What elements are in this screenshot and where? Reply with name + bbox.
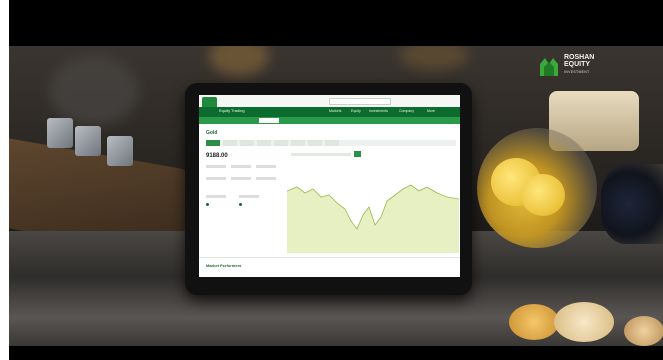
period-tab[interactable] (240, 140, 254, 146)
bokeh-light (49, 56, 139, 126)
decor-cube (47, 118, 73, 148)
period-tab[interactable] (325, 140, 339, 146)
page-title: Gold (206, 130, 218, 136)
bokeh-light (399, 46, 469, 70)
berry-jar (601, 164, 663, 244)
tablet-screen: Equity Trading Markets Equity Investment… (199, 95, 460, 277)
stat-block (206, 177, 226, 180)
candy (624, 316, 663, 346)
candy (554, 302, 614, 342)
roshan-logo: ROSHAN EQUITY INVESTMENT (538, 52, 618, 80)
logo-text: ROSHAN EQUITY (564, 54, 594, 68)
nav-item-equity[interactable]: Equity (351, 109, 361, 113)
period-tab[interactable] (274, 140, 288, 146)
sub-tab-active[interactable] (259, 118, 279, 123)
stat-block (256, 177, 276, 180)
stat-block (231, 165, 251, 168)
app-brand: Equity Trading (219, 108, 245, 113)
stat-dot (239, 203, 242, 206)
current-price: 9188.00 (206, 153, 228, 159)
period-tab[interactable] (257, 140, 271, 146)
period-tab[interactable] (308, 140, 322, 146)
stat-block (256, 165, 276, 168)
bokeh-light (209, 46, 269, 76)
period-tab[interactable] (223, 140, 237, 146)
sub-navbar (199, 117, 460, 124)
logo-line-3: INVESTMENT (564, 70, 590, 74)
video-frame: ROSHAN EQUITY INVESTMENT Equity Trading … (0, 0, 663, 360)
period-tab[interactable] (206, 140, 220, 146)
lemon-slice (521, 174, 565, 216)
logo-mark-icon (540, 58, 558, 76)
logo-line-1: ROSHAN (564, 54, 595, 61)
nav-item-markets[interactable]: Markets (329, 109, 341, 113)
nav-item-company[interactable]: Company (399, 109, 414, 113)
chart-toolbar (291, 153, 351, 156)
stat-block (239, 195, 259, 198)
search-input[interactable] (329, 98, 391, 105)
market-performers-heading: Market Performers (206, 263, 242, 268)
period-tab[interactable] (291, 140, 305, 146)
decor-cube (107, 136, 133, 166)
stat-block (206, 165, 226, 168)
logo-line-2: EQUITY (564, 61, 591, 68)
chart-toolbar-button[interactable] (354, 151, 361, 157)
nav-item-more[interactable]: More (427, 109, 435, 113)
stat-block (231, 177, 251, 180)
decor-cube (75, 126, 101, 156)
footer-divider (199, 257, 460, 258)
candy (509, 304, 559, 340)
frame-edge (0, 0, 9, 360)
price-area-chart (287, 184, 459, 253)
nav-item-investments[interactable]: Investments (369, 109, 388, 113)
stat-dot (206, 203, 209, 206)
stat-block (206, 195, 226, 198)
tablet-device: Equity Trading Markets Equity Investment… (185, 83, 472, 295)
